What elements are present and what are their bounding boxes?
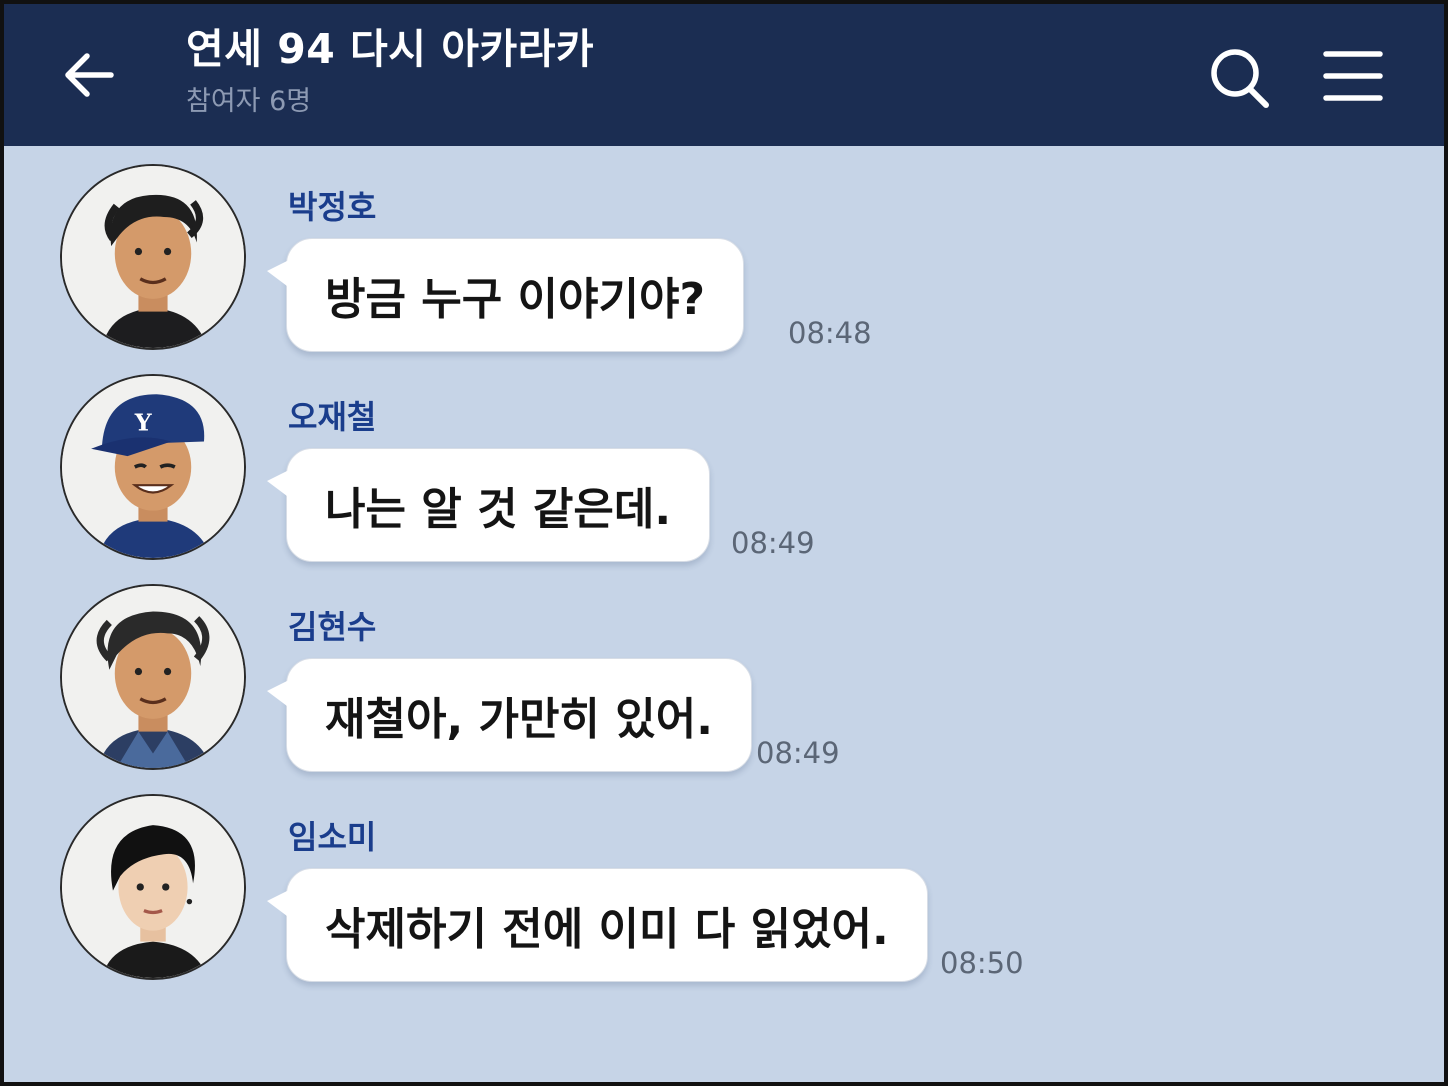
- sender-name: 박정호: [288, 188, 377, 226]
- search-icon: [1211, 49, 1269, 108]
- hamburger-menu-icon: [1323, 51, 1383, 101]
- message-list[interactable]: 박정호 방금 누구 이야기야? 08:48 Y 오재철 나는 알 것 같은데. …: [4, 146, 1444, 1082]
- message-text: 삭제하기 전에 이미 다 읽었어.: [325, 904, 889, 955]
- person-portrait-icon: Y: [62, 376, 244, 558]
- message-bubble[interactable]: 방금 누구 이야기야?: [267, 238, 744, 352]
- message-row: Y 오재철 나는 알 것 같은데. 08:49: [4, 374, 1444, 574]
- person-portrait-icon: [62, 586, 244, 768]
- avatar[interactable]: [60, 164, 246, 350]
- message-text: 재철아, 가만히 있어.: [325, 694, 713, 745]
- svg-text:Y: Y: [134, 409, 153, 437]
- avatar[interactable]: [60, 794, 246, 980]
- arrow-left-icon: [65, 53, 114, 97]
- chat-header: 연세 94 다시 아카라카 참여자 6명: [4, 4, 1444, 146]
- sender-name: 오재철: [288, 398, 377, 436]
- chat-title: 연세 94 다시 아카라카: [186, 25, 595, 73]
- message-bubble[interactable]: 재철아, 가만히 있어.: [267, 658, 752, 772]
- message-row: 임소미 삭제하기 전에 이미 다 읽었어. 08:50: [4, 794, 1444, 994]
- chat-window: 연세 94 다시 아카라카 참여자 6명 박정호 방금 누구 이야기야? 08:…: [0, 0, 1448, 1086]
- menu-button[interactable]: [1316, 42, 1388, 114]
- message-row: 박정호 방금 누구 이야기야? 08:48: [4, 164, 1444, 364]
- message-text: 나는 알 것 같은데.: [325, 484, 672, 535]
- message-text: 방금 누구 이야기야?: [325, 274, 705, 325]
- message-time: 08:49: [731, 526, 815, 560]
- back-button[interactable]: [54, 40, 124, 110]
- message-row: 김현수 재철아, 가만히 있어. 08:49: [4, 584, 1444, 784]
- avatar[interactable]: [60, 584, 246, 770]
- chat-title-block: 연세 94 다시 아카라카 참여자 6명: [186, 25, 595, 118]
- participant-count: 참여자 6명: [186, 86, 312, 118]
- person-portrait-icon: [62, 166, 244, 348]
- message-time: 08:49: [756, 736, 840, 770]
- message-time: 08:50: [940, 946, 1024, 980]
- message-time: 08:48: [788, 316, 872, 350]
- message-bubble[interactable]: 삭제하기 전에 이미 다 읽었어.: [267, 868, 928, 982]
- search-button[interactable]: [1204, 42, 1276, 114]
- sender-name: 임소미: [288, 818, 377, 856]
- sender-name: 김현수: [288, 608, 377, 646]
- message-bubble[interactable]: 나는 알 것 같은데.: [266, 448, 711, 562]
- avatar[interactable]: Y: [60, 374, 246, 560]
- person-portrait-icon: [62, 796, 244, 978]
